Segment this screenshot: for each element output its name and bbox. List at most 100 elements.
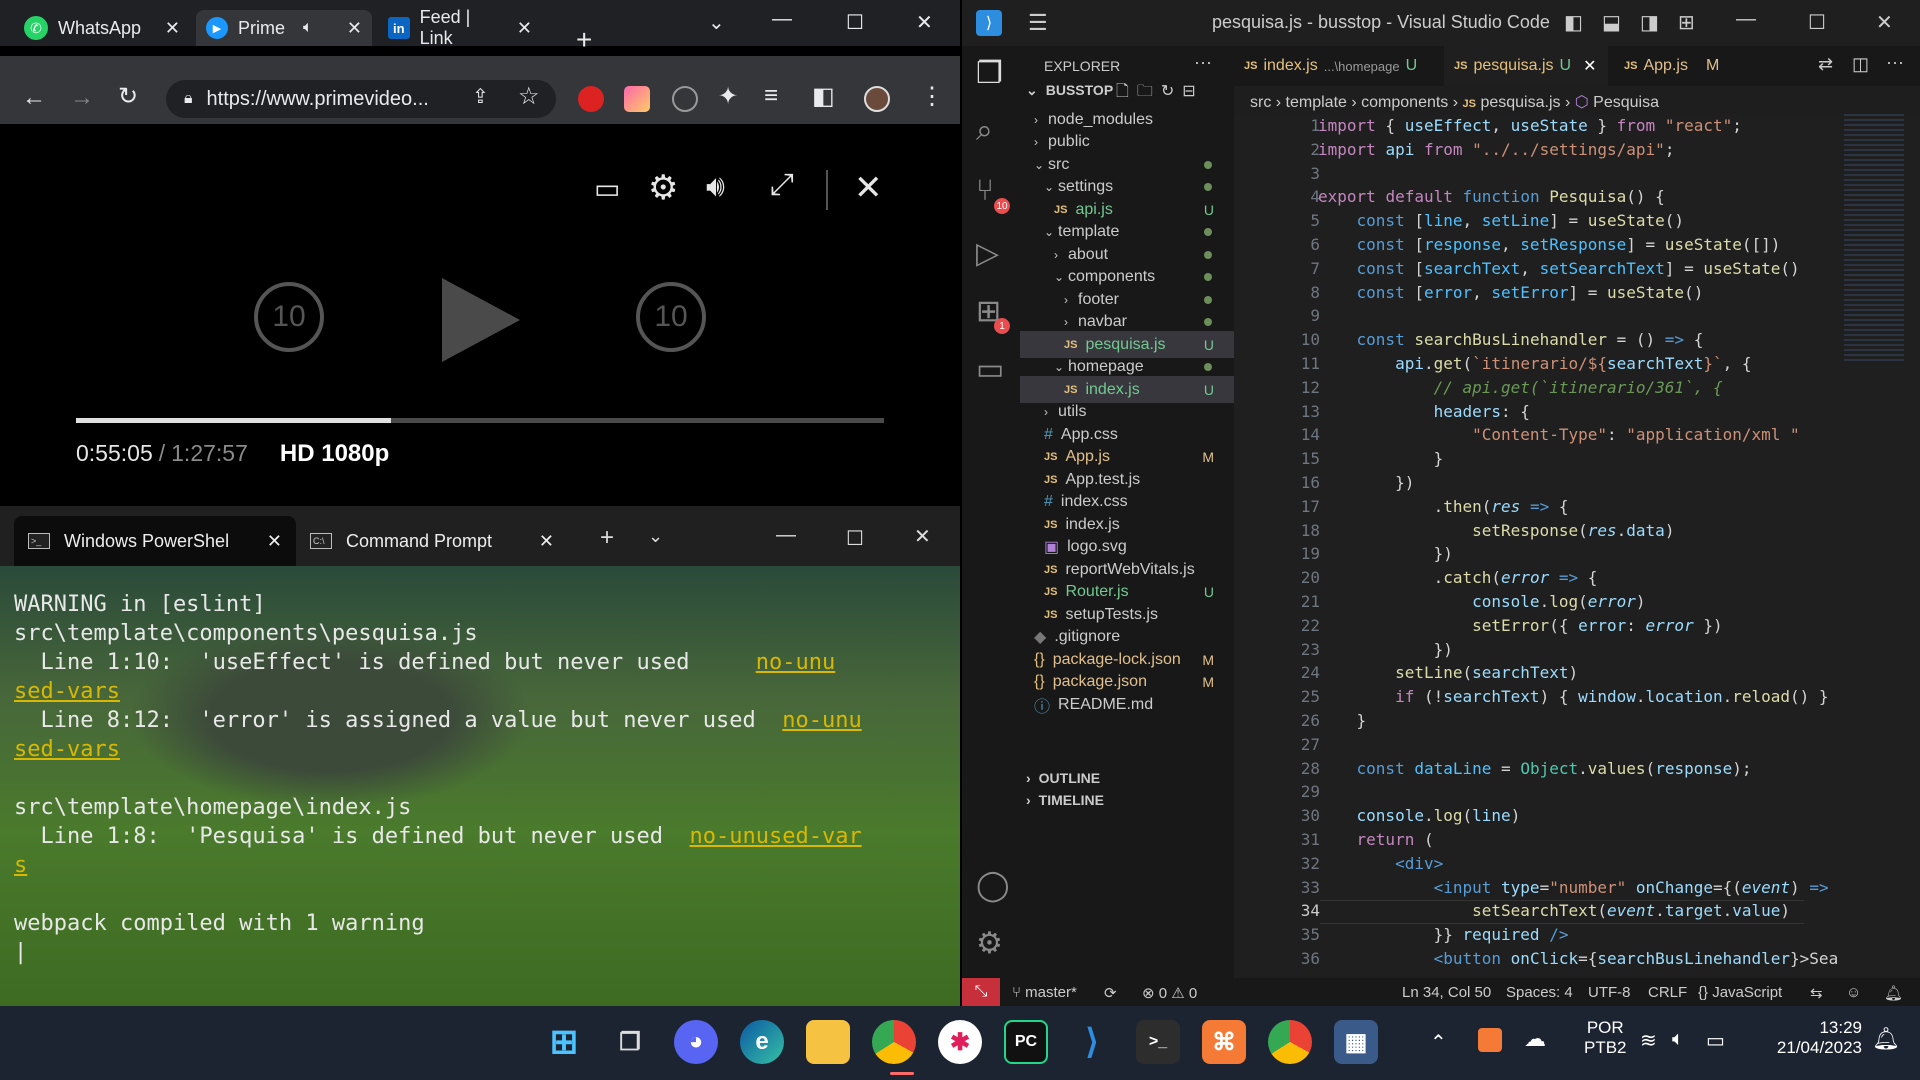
editor-tab-app[interactable]: JS App.js M (1614, 46, 1724, 86)
edge-icon[interactable]: e (740, 1020, 784, 1064)
vscode-icon[interactable]: ⟩ (1070, 1020, 1114, 1064)
sync-icon[interactable]: ⟳ (1104, 984, 1117, 1002)
rule-link[interactable]: sed-vars (14, 737, 120, 762)
new-tab-button[interactable]: + (576, 24, 592, 56)
close-window-button[interactable]: ✕ (914, 524, 931, 549)
tab-whatsapp[interactable]: ✆ WhatsApp ✕ (14, 10, 190, 46)
minimap[interactable] (1844, 114, 1904, 364)
explorer-icon[interactable]: ❐ (976, 56, 1003, 91)
line-endings[interactable]: CRLF (1648, 984, 1687, 1001)
battery-icon[interactable]: ▭ (1706, 1028, 1725, 1053)
maximize-button[interactable]: ☐ (846, 10, 864, 35)
toggle-secondary-sidebar-icon[interactable]: ◨ (1640, 10, 1659, 35)
star-icon[interactable]: ☆ (518, 82, 540, 111)
task-view-icon[interactable]: ❐ (608, 1020, 652, 1064)
chevron-down-icon[interactable]: ⌄ (648, 526, 663, 547)
slack-icon[interactable]: ✱ (938, 1020, 982, 1064)
new-tab-button[interactable]: + (600, 524, 614, 552)
subtitles-icon[interactable]: ▭ (594, 172, 620, 205)
rule-link[interactable]: no-unu (782, 708, 861, 733)
close-icon[interactable]: ✕ (1583, 56, 1596, 76)
notification-icon[interactable]: 🔔︎ (1872, 1026, 1900, 1052)
more-icon[interactable]: ··· (1886, 52, 1904, 73)
skip-back-button[interactable]: 10 (254, 282, 324, 352)
maximize-button[interactable]: ☐ (846, 526, 864, 551)
maximize-button[interactable]: ☐ (1808, 10, 1826, 35)
close-icon[interactable]: ✕ (165, 18, 180, 39)
account-icon[interactable]: ◯ (976, 868, 1010, 903)
search-icon[interactable]: ⌕ (976, 114, 993, 148)
file-explorer-icon[interactable] (806, 1020, 850, 1064)
code-content[interactable]: import { useEffect, useState } from "rea… (1318, 114, 1868, 971)
start-icon[interactable]: ⊞ (542, 1020, 586, 1064)
source-control-icon[interactable]: ⑂ (976, 174, 994, 208)
minimize-button[interactable]: — (1736, 8, 1756, 31)
editor-tab-pesquisa[interactable]: JS pesquisa.js U ✕ (1444, 46, 1608, 86)
profile-avatar[interactable] (864, 86, 890, 112)
chrome-icon[interactable] (872, 1020, 916, 1064)
rule-link[interactable]: no-unused-var (690, 824, 862, 849)
forward-arrow-icon[interactable]: → (70, 84, 94, 112)
feedback-icon[interactable]: ☺ (1846, 984, 1861, 1001)
language-mode[interactable]: {} JavaScript (1698, 984, 1782, 1001)
app-icon[interactable]: ⌘ (1202, 1020, 1246, 1064)
address-bar[interactable]: 🔒︎ https://www.primevideo... (166, 80, 556, 118)
progress-bar[interactable] (76, 418, 884, 423)
onedrive-icon[interactable]: ☁ (1524, 1026, 1546, 1052)
fullscreen-icon[interactable]: ⤢ (770, 168, 794, 202)
tray-app-icon[interactable] (1478, 1028, 1502, 1052)
notifications-bell-icon[interactable]: 🔔︎ (1884, 984, 1903, 1002)
calculator-icon[interactable]: ▦ (1334, 1020, 1378, 1064)
tab-powershell[interactable]: >_ Windows PowerShel ✕ (14, 516, 296, 566)
breadcrumb-item[interactable]: components (1361, 94, 1448, 111)
breadcrumb-item[interactable]: Pesquisa (1593, 94, 1659, 111)
settings-gear-icon[interactable]: ⚙ (976, 926, 1003, 961)
terminal-output[interactable]: WARNING in [eslint] src\template\compone… (14, 590, 914, 967)
close-icon[interactable]: ✕ (517, 18, 532, 39)
tab-linkedin[interactable]: in Feed | Link ✕ (378, 7, 542, 48)
editor-tab-homepage-index[interactable]: JS index.js ...\homepage U (1234, 46, 1444, 86)
skip-forward-button[interactable]: 10 (636, 282, 706, 352)
toggle-sidebar-icon[interactable]: ◧ (1564, 10, 1583, 35)
adblock-extension-icon[interactable] (578, 86, 604, 112)
menu-icon[interactable]: ☰ (1028, 10, 1048, 36)
close-icon[interactable]: ✕ (347, 18, 362, 39)
play-button[interactable] (442, 278, 520, 362)
tree-item[interactable]: ⓘ README.md (1020, 691, 1234, 718)
language-indicator[interactable]: POR PTB2 (1584, 1018, 1627, 1058)
minimize-button[interactable]: — (772, 8, 792, 31)
live-share-icon[interactable]: ⇆ (1810, 984, 1823, 1002)
speaker-icon[interactable]: 🔈︎ (303, 19, 313, 37)
project-header[interactable]: ⌄ BUSSTOP (1026, 82, 1113, 99)
wifi-icon[interactable]: ≋ (1640, 1028, 1657, 1053)
chrome-profile-icon[interactable] (1268, 1020, 1312, 1064)
close-icon[interactable]: ✕ (539, 531, 554, 552)
chevron-down-icon[interactable]: ⌄ (708, 10, 725, 35)
color-extension-icon[interactable] (624, 86, 650, 112)
explorer-actions[interactable]: 🗋︎🗀︎↻⊟ (1116, 80, 1204, 107)
extensions-puzzle-icon[interactable]: ✦ (718, 82, 738, 111)
breadcrumb-item[interactable]: src (1250, 94, 1271, 111)
rule-link[interactable]: sed-vars (14, 679, 120, 704)
branch-indicator[interactable]: ⑂ master* (1012, 984, 1077, 1001)
tab-command-prompt[interactable]: C:\ Command Prompt ✕ (296, 516, 568, 566)
remote-explorer-icon[interactable]: ▭ (976, 352, 1004, 387)
breadcrumb-item[interactable]: pesquisa.js (1480, 94, 1560, 111)
close-window-button[interactable]: ✕ (916, 10, 933, 35)
more-vert-icon[interactable]: ⋮ (920, 82, 944, 111)
rule-link[interactable]: no-unu (756, 650, 835, 675)
breadcrumb[interactable]: src › template › components › JS pesquis… (1250, 92, 1659, 112)
discord-icon[interactable]: ◕ (674, 1020, 718, 1064)
toggle-panel-icon[interactable]: ⬓ (1602, 10, 1621, 35)
chevron-up-icon[interactable]: ⌃ (1430, 1030, 1447, 1055)
problems-indicator[interactable]: ⊗ 0 ⚠ 0 (1142, 984, 1197, 1002)
close-window-button[interactable]: ✕ (1876, 10, 1893, 35)
compare-icon[interactable]: ⇄ (1818, 54, 1833, 75)
customize-layout-icon[interactable]: ⊞ (1678, 10, 1695, 35)
tab-prime[interactable]: ▶ Prime 🔈︎ ✕ (196, 10, 372, 46)
pycharm-icon[interactable]: PC (1004, 1020, 1048, 1064)
split-editor-icon[interactable]: ◫ (1852, 54, 1869, 75)
reload-icon[interactable]: ↻ (118, 82, 138, 111)
cursor-position[interactable]: Ln 34, Col 50 (1402, 984, 1491, 1001)
blocked-extension-icon[interactable] (672, 86, 698, 112)
